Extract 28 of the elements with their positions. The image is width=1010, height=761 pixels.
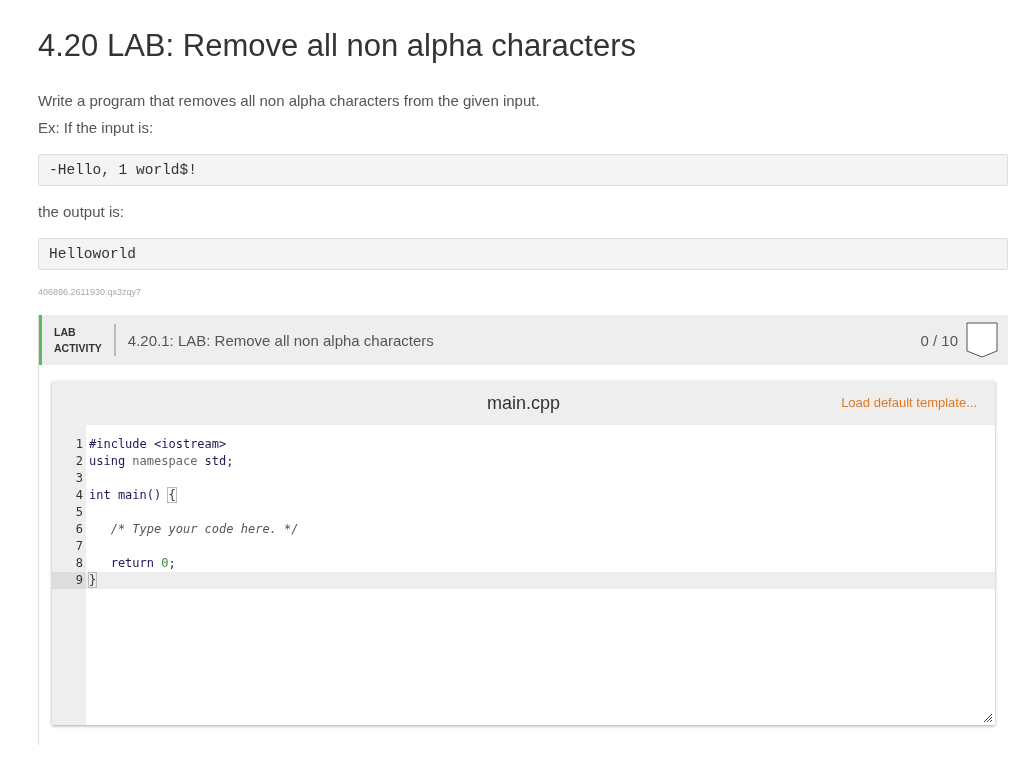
page-title: 4.20 LAB: Remove all non alpha characters [38, 28, 637, 64]
line-number: 6 [74, 521, 84, 538]
code-line: #include <iostream> [88, 436, 228, 453]
example-output-block: Helloworld [38, 238, 1008, 270]
line-number: 5 [74, 504, 84, 521]
resize-handle-icon[interactable] [984, 714, 992, 722]
line-number: 8 [74, 555, 84, 572]
line-number: 4 [74, 487, 84, 504]
example-input-block: -Hello, 1 world$! [38, 154, 1008, 186]
line-number: 9 [52, 572, 86, 589]
code-line: int main() { [88, 487, 177, 504]
example-intro-text: Ex: If the input is: [38, 119, 155, 136]
code-line: /* Type your code here. */ [109, 521, 300, 538]
code-line: return 0; [109, 555, 177, 572]
code-line: using namespace std; [88, 453, 235, 470]
activity-title: 4.20.1: LAB: Remove all non alpha characters [127, 331, 435, 349]
line-number: 7 [74, 538, 84, 555]
output-intro-text: the output is: [38, 203, 125, 220]
score-text: 0 / 10 [920, 331, 958, 349]
line-number: 3 [74, 470, 84, 487]
content-id-text: 406896.2611930.qx3zqy7 [38, 287, 142, 297]
description-text: Write a program that removes all non alpha characters from the given input. [38, 92, 541, 109]
code-editor[interactable]: 1 2 3 4 5 6 7 8 9 #include <iostream> using namespace std; int main() { /* Type your code here. */ return 0; } [52, 425, 995, 725]
lab-label: LAB [54, 325, 77, 340]
activity-label: ACTIVITY [54, 341, 102, 356]
line-number: 1 [74, 436, 84, 453]
file-name: main.cpp [486, 392, 560, 414]
line-number: 2 [74, 453, 84, 470]
